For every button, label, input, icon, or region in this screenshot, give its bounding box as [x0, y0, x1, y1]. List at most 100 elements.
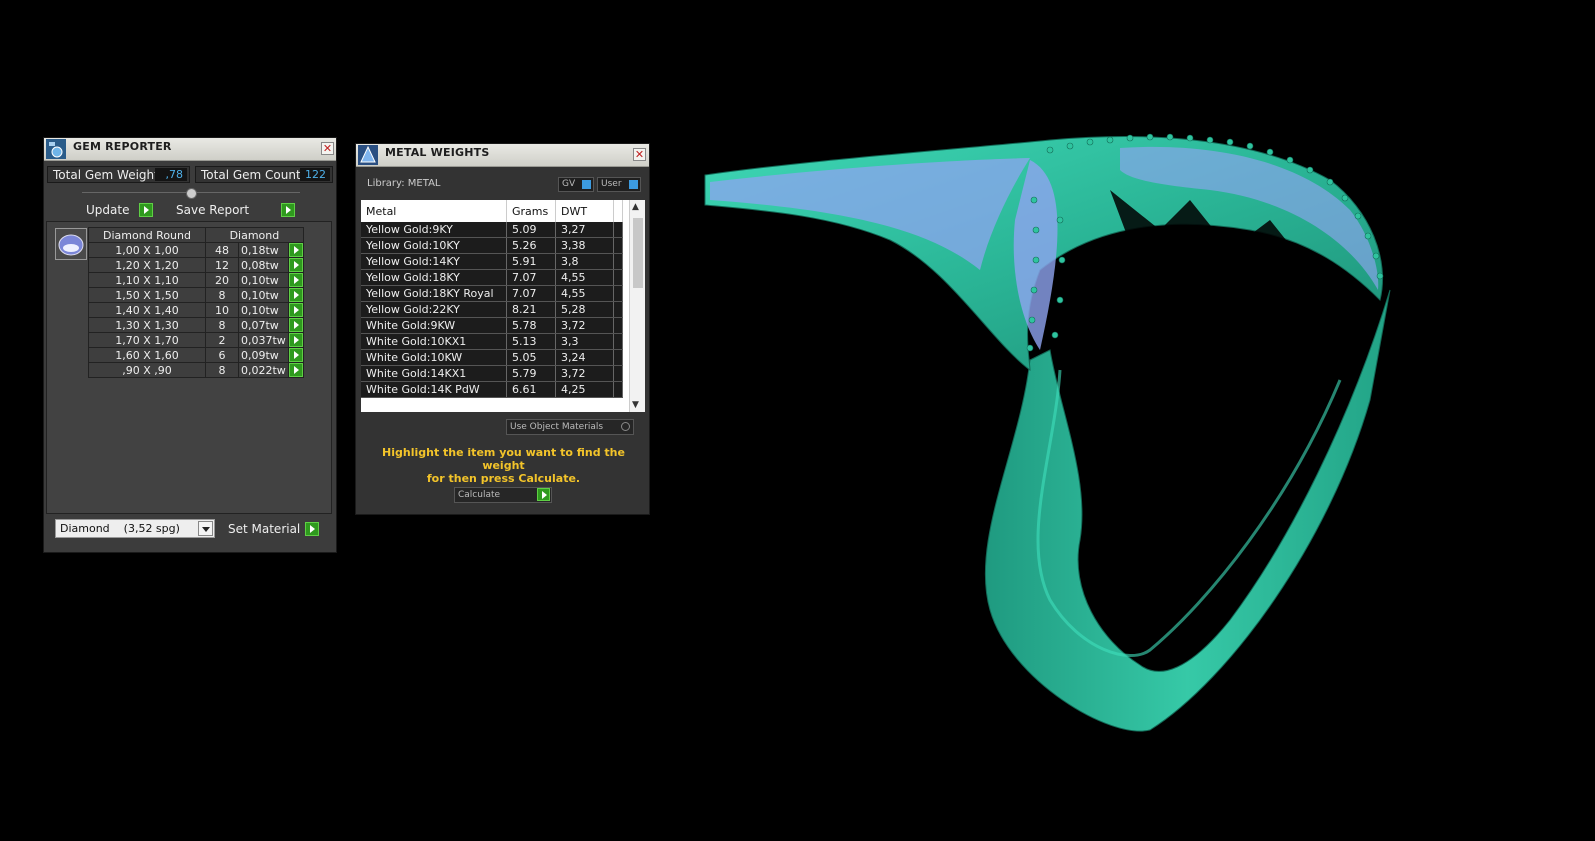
gem-count-cell: 8	[205, 287, 239, 303]
gem-reporter-close-icon[interactable]: ✕	[321, 142, 334, 155]
gem-select-arrow-cell[interactable]	[287, 257, 304, 273]
select-arrow-icon[interactable]	[288, 333, 303, 347]
calculate-button[interactable]: Calculate	[454, 487, 552, 503]
total-gem-count-label: Total Gem Count	[201, 168, 301, 182]
metal-extra-cell	[613, 381, 623, 398]
gem-row[interactable]: 1,50 X 1,50 8 0,10tw	[88, 287, 304, 303]
metal-name-cell: Yellow Gold:18KY	[361, 269, 507, 286]
ring-model-render	[704, 133, 1391, 732]
user-toggle[interactable]: User	[597, 177, 641, 192]
select-arrow-icon[interactable]	[288, 288, 303, 302]
round-gem-thumbnail-icon[interactable]	[55, 228, 87, 260]
save-report-arrow-icon[interactable]	[281, 203, 295, 217]
gem-row[interactable]: 1,20 X 1,20 12 0,08tw	[88, 257, 304, 273]
gem-row[interactable]: 1,00 X 1,00 48 0,18tw	[88, 242, 304, 258]
gem-size-cell: 1,50 X 1,50	[88, 287, 206, 303]
metal-row[interactable]: Yellow Gold:22KY 8.21 5,28	[361, 301, 623, 318]
grams-column-header[interactable]: Grams	[506, 200, 556, 222]
scroll-down-icon[interactable]: ▼	[632, 400, 639, 410]
select-arrow-icon[interactable]	[288, 303, 303, 317]
gem-select-arrow-cell[interactable]	[287, 317, 304, 333]
gem-weight-cell: 0,022tw	[238, 362, 289, 378]
chevron-down-icon[interactable]	[198, 521, 213, 536]
extra-column-header	[613, 200, 623, 222]
gem-select-arrow-cell[interactable]	[287, 242, 304, 258]
gem-count-cell: 12	[205, 257, 239, 273]
gv-toggle-knob	[582, 180, 591, 189]
gem-select-arrow-cell[interactable]	[287, 347, 304, 363]
calculate-arrow-icon[interactable]	[537, 488, 550, 501]
metal-extra-cell	[613, 285, 623, 302]
scrollbar-thumb[interactable]	[633, 218, 643, 288]
update-button[interactable]: Update	[83, 202, 153, 218]
metal-name-cell: Yellow Gold:10KY	[361, 237, 507, 254]
metal-dwt-cell: 3,27	[555, 222, 614, 238]
dwt-column-header[interactable]: DWT	[555, 200, 614, 222]
metal-row[interactable]: White Gold:9KW 5.78 3,72	[361, 317, 623, 334]
metal-row[interactable]: White Gold:14K PdW 6.61 4,25	[361, 381, 623, 398]
radio-icon[interactable]	[621, 422, 630, 431]
metal-list-scrollbar[interactable]: ▲ ▼	[629, 200, 645, 412]
metal-row[interactable]: White Gold:14KX1 5.79 3,72	[361, 365, 623, 382]
use-object-materials-toggle[interactable]: Use Object Materials	[506, 419, 634, 435]
gem-row[interactable]: 1,10 X 1,10 20 0,10tw	[88, 272, 304, 288]
gem-select-arrow-cell[interactable]	[287, 272, 304, 288]
metal-extra-cell	[613, 349, 623, 366]
gem-select-arrow-cell[interactable]	[287, 287, 304, 303]
metal-row[interactable]: Yellow Gold:10KY 5.26 3,38	[361, 237, 623, 254]
set-material-button[interactable]: Set Material	[225, 521, 319, 537]
gem-row[interactable]: 1,70 X 1,70 2 0,037tw	[88, 332, 304, 348]
metal-row[interactable]: Yellow Gold:14KY 5.91 3,8	[361, 253, 623, 270]
metal-column-header[interactable]: Metal	[361, 200, 507, 222]
metal-extra-cell	[613, 365, 623, 382]
select-arrow-icon[interactable]	[288, 318, 303, 332]
gem-row[interactable]: 1,60 X 1,60 6 0,09tw	[88, 347, 304, 363]
gem-reporter-titlebar[interactable]: GEM REPORTER ✕	[44, 138, 336, 161]
gem-select-arrow-cell[interactable]	[287, 362, 304, 378]
metal-extra-cell	[613, 253, 623, 270]
collapse-handle-icon[interactable]	[186, 188, 197, 199]
set-material-arrow-icon[interactable]	[305, 522, 319, 536]
select-arrow-icon[interactable]	[288, 348, 303, 362]
metal-list[interactable]: Metal Grams DWT Yellow Gold:9KY 5.09 3,27 Y…	[361, 200, 645, 412]
metal-name-cell: White Gold:10KX1	[361, 333, 507, 350]
metal-row[interactable]: White Gold:10KW 5.05 3,24	[361, 349, 623, 366]
select-arrow-icon[interactable]	[288, 273, 303, 287]
gem-size-cell: 1,30 X 1,30	[88, 317, 206, 333]
gem-select-arrow-cell[interactable]	[287, 332, 304, 348]
metal-row[interactable]: White Gold:10KX1 5.13 3,3	[361, 333, 623, 350]
gem-count-cell: 10	[205, 302, 239, 318]
gem-size-cell: 1,60 X 1,60	[88, 347, 206, 363]
save-report-button[interactable]: Save Report	[173, 202, 295, 218]
metal-grams-cell: 6.61	[506, 381, 556, 398]
metal-grams-cell: 5.26	[506, 237, 556, 254]
calculate-label: Calculate	[458, 490, 501, 500]
material-select[interactable]: Diamond (3,52 spg)	[55, 519, 215, 538]
metal-row[interactable]: Yellow Gold:9KY 5.09 3,27	[361, 222, 623, 238]
gem-select-arrow-cell[interactable]	[287, 302, 304, 318]
gem-weight-cell: 0,18tw	[238, 242, 289, 258]
3d-viewport[interactable]	[690, 120, 1410, 750]
metal-row[interactable]: Yellow Gold:18KY Royal 7.07 4,55	[361, 285, 623, 302]
gem-row[interactable]: 1,30 X 1,30 8 0,07tw	[88, 317, 304, 333]
metal-row[interactable]: Yellow Gold:18KY 7.07 4,55	[361, 269, 623, 286]
gem-weight-cell: 0,08tw	[238, 257, 289, 273]
select-arrow-icon[interactable]	[288, 243, 303, 257]
gem-row[interactable]: ,90 X ,90 8 0,022tw	[88, 362, 304, 378]
select-arrow-icon[interactable]	[288, 363, 303, 377]
gv-toggle[interactable]: GV	[558, 177, 594, 192]
material-select-value: Diamond (3,52 spg)	[60, 522, 180, 535]
gem-count-cell: 8	[205, 362, 239, 378]
gem-count-cell: 2	[205, 332, 239, 348]
metal-weights-titlebar[interactable]: METAL WEIGHTS ✕	[356, 144, 649, 167]
update-arrow-icon[interactable]	[139, 203, 153, 217]
calculate-hint: Highlight the item you want to find the …	[366, 446, 641, 485]
metal-grams-cell: 7.07	[506, 285, 556, 302]
gem-row[interactable]: 1,40 X 1,40 10 0,10tw	[88, 302, 304, 318]
scroll-up-icon[interactable]: ▲	[632, 202, 639, 212]
metal-weights-close-icon[interactable]: ✕	[633, 148, 646, 161]
metal-dwt-cell: 3,3	[555, 333, 614, 350]
select-arrow-icon[interactable]	[288, 258, 303, 272]
metal-extra-cell	[613, 237, 623, 254]
total-gem-weight-field: Total Gem Weight ,78	[47, 166, 190, 183]
